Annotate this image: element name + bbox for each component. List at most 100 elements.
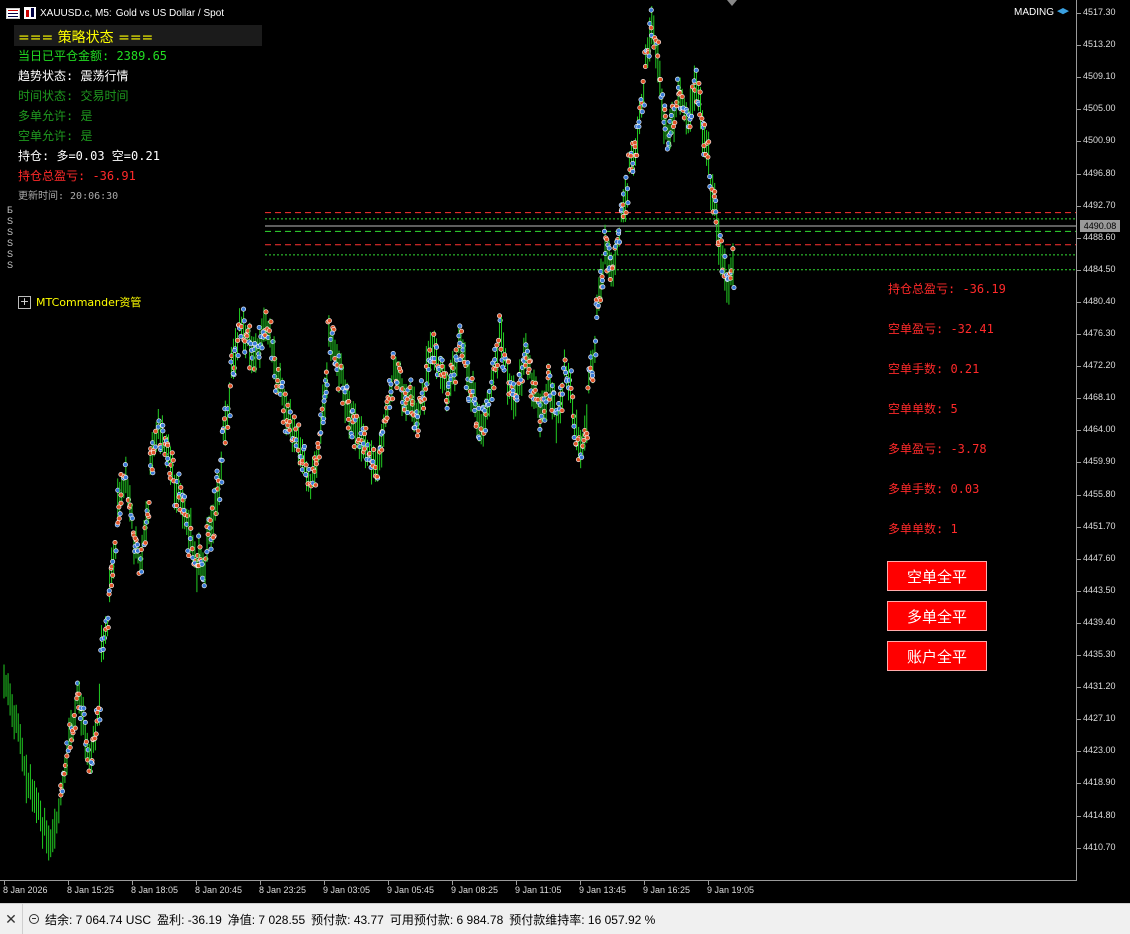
price-label: 4431.20	[1083, 681, 1116, 692]
trade-marker	[160, 428, 166, 434]
trade-marker	[646, 53, 652, 59]
trade-marker	[122, 462, 128, 468]
price-tick	[1077, 622, 1081, 624]
trade-marker	[280, 408, 286, 414]
trade-marker	[76, 691, 82, 697]
trade-marker	[110, 572, 116, 578]
trade-marker	[334, 367, 340, 373]
trade-marker	[662, 107, 668, 113]
trade-marker	[186, 553, 192, 559]
trade-marker	[573, 441, 579, 447]
minus-circle-icon[interactable]	[29, 914, 39, 924]
time-label: 9 Jan 13:45	[579, 885, 627, 895]
trade-marker	[324, 382, 330, 388]
price-tick	[1077, 334, 1081, 335]
price-tick	[1077, 494, 1081, 496]
trade-marker	[328, 336, 334, 342]
trade-marker	[473, 423, 479, 429]
status-line: 更新时间: 20:06:30	[18, 191, 119, 202]
trade-marker	[668, 112, 674, 118]
trade-marker	[568, 368, 574, 374]
trade-marker	[241, 318, 247, 324]
trade-marker	[494, 362, 500, 368]
trade-marker	[174, 502, 180, 508]
trade-marker	[570, 394, 576, 400]
trade-marker	[287, 419, 293, 425]
trade-marker	[227, 383, 233, 389]
trade-marker	[575, 436, 581, 442]
position-info-line: 多单单数: 1	[888, 522, 958, 536]
trade-marker	[639, 109, 645, 115]
price-tick	[1077, 77, 1081, 79]
trade-marker	[210, 534, 216, 540]
price-label: 4513.20	[1083, 39, 1116, 50]
trade-marker	[472, 396, 478, 402]
plus-box-icon[interactable]: +	[18, 295, 31, 309]
trade-marker	[64, 753, 70, 759]
trade-marker	[482, 428, 488, 434]
trade-marker	[214, 468, 220, 474]
status-line: 当日已平仓金额: 2389.65	[18, 49, 168, 63]
trade-marker	[201, 583, 207, 589]
trade-marker	[388, 389, 394, 395]
close-long-button[interactable]: 多单全平	[887, 601, 987, 631]
trade-marker	[478, 426, 484, 432]
trade-marker	[679, 94, 685, 100]
trade-marker	[667, 118, 673, 124]
close-short-button[interactable]: 空单全平	[887, 561, 987, 591]
trade-marker	[335, 386, 341, 392]
trade-marker	[362, 431, 368, 437]
trade-marker	[532, 387, 538, 393]
trade-marker	[346, 399, 352, 405]
trade-marker	[129, 515, 135, 521]
trade-marker	[482, 408, 488, 414]
trade-marker	[176, 471, 182, 477]
mtcommander-toggle[interactable]: + MTCommander资管	[18, 294, 141, 310]
trade-marker	[702, 122, 708, 128]
status-line: 多单允许: 是	[18, 109, 93, 123]
trade-marker	[232, 348, 238, 354]
price-tick	[1077, 815, 1081, 817]
price-tick	[1077, 687, 1081, 689]
trade-marker	[444, 405, 450, 411]
close-account-button[interactable]: 账户全平	[887, 641, 987, 671]
price-label: 4447.60	[1083, 552, 1116, 563]
close-icon[interactable]: ✕	[0, 904, 23, 934]
trade-marker	[662, 126, 668, 132]
trade-marker	[518, 377, 524, 383]
trade-marker	[189, 546, 195, 552]
trade-marker	[642, 64, 648, 70]
trade-marker	[691, 78, 697, 84]
trade-marker	[719, 269, 725, 275]
menu-icon[interactable]	[6, 7, 20, 19]
left-marker: S	[7, 216, 14, 226]
trade-marker	[372, 464, 378, 470]
trade-marker	[394, 380, 400, 386]
trade-marker	[431, 355, 437, 361]
price-label: 4505.00	[1083, 103, 1116, 114]
position-info-line: 空单手数: 0.21	[888, 362, 980, 376]
trade-marker	[506, 359, 512, 365]
trade-marker	[117, 511, 123, 517]
trade-marker	[318, 430, 324, 436]
time-axis[interactable]: 8 Jan 2026 8 Jan 15:25 8 Jan 18:05 8 Jan 20…	[0, 881, 1077, 903]
trade-marker	[441, 371, 447, 377]
trade-marker	[217, 497, 223, 503]
price-label: 4435.30	[1083, 649, 1116, 659]
trade-marker	[138, 547, 144, 553]
trade-marker	[730, 246, 736, 252]
position-info-line: 持仓总盈亏: -36.19	[888, 282, 1006, 296]
trade-marker	[445, 391, 451, 397]
trade-marker	[287, 427, 293, 433]
trade-marker	[319, 406, 325, 412]
trade-marker	[584, 431, 590, 437]
trade-marker	[453, 354, 459, 360]
trade-marker	[443, 398, 449, 404]
trade-marker	[514, 394, 520, 400]
trade-marker	[118, 492, 124, 498]
price-tick	[1077, 430, 1081, 432]
mtcommander-label: MTCommander资管	[36, 296, 142, 309]
price-axis[interactable]: 4517.30 4513.20 4509.10 4505.00 4500.90 4496.…	[1077, 0, 1130, 881]
trade-marker	[595, 303, 601, 309]
price-label: 4480.40	[1083, 295, 1116, 306]
